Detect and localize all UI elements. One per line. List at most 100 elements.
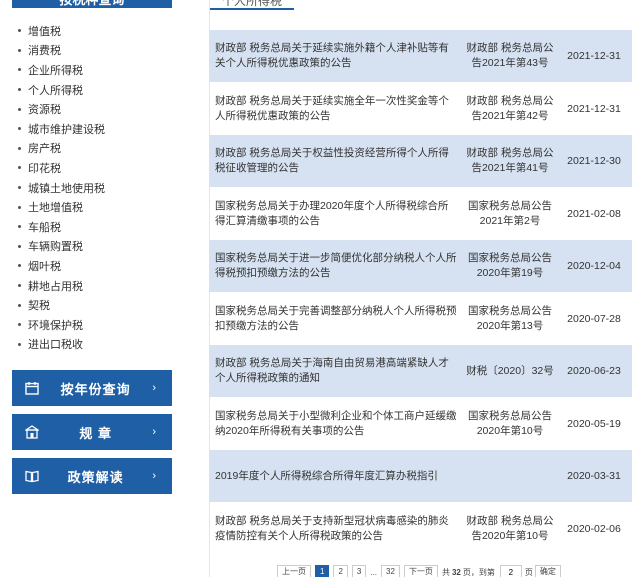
document-title-link[interactable]: 2019年度个人所得税综合所得年度汇算办税指引 bbox=[209, 469, 464, 484]
document-number: 财税〔2020〕32号 bbox=[466, 364, 554, 377]
sidebar: 按税种查询 增值税消费税企业所得税个人所得税资源税城市维护建设税房产税印花税城镇… bbox=[0, 0, 190, 577]
document-title-link[interactable]: 财政部 税务总局关于海南自由贸易港高端紧缺人才个人所得税政策的通知 bbox=[209, 356, 464, 386]
document-number: 财政部 税务总局公告2021年第42号 bbox=[466, 94, 554, 122]
sidebar-tax-label: 房产税 bbox=[28, 143, 61, 156]
document-title-link[interactable]: 财政部 税务总局关于延续实施全年一次性奖金等个人所得税优惠政策的公告 bbox=[209, 94, 464, 124]
bullet-icon bbox=[18, 48, 21, 52]
chevron-right-icon: › bbox=[152, 470, 156, 482]
prev-page-button[interactable]: 上一页 bbox=[277, 565, 311, 577]
table-row: 财政部 税务总局关于延续实施全年一次性奖金等个人所得税优惠政策的公告 财政部 税务… bbox=[209, 83, 632, 135]
book-icon bbox=[25, 470, 39, 483]
publish-date: 2020-07-28 bbox=[567, 312, 621, 325]
regulations-button[interactable]: 规 章 › bbox=[12, 414, 172, 450]
sidebar-tax-item[interactable]: 耕地占用税 bbox=[18, 276, 188, 296]
publish-date: 2020-03-31 bbox=[567, 470, 621, 482]
confirm-button[interactable]: 确定 bbox=[534, 565, 561, 577]
sidebar-tax-label: 资源税 bbox=[28, 104, 61, 117]
publish-date: 2020-06-23 bbox=[567, 365, 621, 377]
page-unit: 页 bbox=[524, 567, 533, 577]
table-row: 财政部 税务总局关于延续实施外籍个人津补贴等有关个人所得税优惠政策的公告 财政部 … bbox=[209, 30, 632, 82]
sidebar-tax-label: 进出口税收 bbox=[28, 339, 83, 352]
bullet-icon bbox=[18, 107, 21, 111]
sidebar-header: 按税种查询 bbox=[12, 0, 172, 8]
sidebar-tax-label: 企业所得税 bbox=[28, 64, 83, 77]
sidebar-tax-item[interactable]: 车船税 bbox=[18, 217, 188, 237]
sidebar-tax-item[interactable]: 进出口税收 bbox=[18, 335, 188, 355]
sidebar-tax-item[interactable]: 企业所得税 bbox=[18, 60, 188, 80]
tab-personal-income-tax[interactable]: 个人所得税 bbox=[210, 0, 295, 10]
document-number: 国家税务总局公告2020年第13号 bbox=[468, 304, 552, 332]
bullet-icon bbox=[18, 88, 21, 92]
document-title-link[interactable]: 财政部 税务总局关于权益性投资经营所得个人所得税征收管理的公告 bbox=[209, 146, 464, 176]
document-title-link[interactable]: 国家税务总局关于完善调整部分纳税人个人所得税预扣预缴方法的公告 bbox=[209, 304, 464, 334]
publish-date: 2021-12-30 bbox=[567, 155, 621, 167]
goto-label: 页，到第 bbox=[462, 567, 495, 577]
document-title-link[interactable]: 财政部 税务总局关于延续实施外籍个人津补贴等有关个人所得税优惠政策的公告 bbox=[209, 41, 464, 71]
bullet-icon bbox=[18, 303, 21, 307]
sidebar-tax-label: 个人所得税 bbox=[28, 84, 83, 97]
document-number: 国家税务总局公告2020年第10号 bbox=[468, 409, 552, 437]
bullet-icon bbox=[18, 342, 21, 346]
bullet-icon bbox=[18, 205, 21, 209]
bullet-icon bbox=[18, 186, 21, 190]
document-title-link[interactable]: 财政部 税务总局关于支持新型冠状病毒感染的肺炎疫情防控有关个人所得税政策的公告 bbox=[209, 514, 464, 544]
sidebar-tax-label: 车辆购置税 bbox=[28, 241, 83, 254]
table-row: 2019年度个人所得税综合所得年度汇算办税指引 2020-03-31 bbox=[209, 450, 632, 502]
sidebar-tax-item[interactable]: 车辆购置税 bbox=[18, 237, 188, 257]
sidebar-tax-item[interactable]: 个人所得税 bbox=[18, 80, 188, 100]
sidebar-tax-item[interactable]: 烟叶税 bbox=[18, 256, 188, 276]
document-title-link[interactable]: 国家税务总局关于办理2020年度个人所得税综合所得汇算清缴事项的公告 bbox=[209, 199, 464, 229]
goto-page-input[interactable] bbox=[499, 565, 522, 577]
document-title-link[interactable]: 国家税务总局关于进一步简便优化部分纳税人个人所得税预扣预缴方法的公告 bbox=[209, 251, 464, 281]
sidebar-tax-label: 城市维护建设税 bbox=[28, 123, 105, 136]
sidebar-tax-item[interactable]: 土地增值税 bbox=[18, 197, 188, 217]
sidebar-tax-label: 车船税 bbox=[28, 221, 61, 234]
document-number: 国家税务总局公告2021年第2号 bbox=[468, 199, 552, 227]
table-row: 财政部 税务总局关于支持新型冠状病毒感染的肺炎疫情防控有关个人所得税政策的公告财… bbox=[209, 503, 632, 555]
publish-date: 2021-12-31 bbox=[567, 102, 621, 115]
publish-date: 2021-02-08 bbox=[567, 207, 621, 220]
sidebar-tax-label: 契税 bbox=[28, 300, 50, 313]
building-icon bbox=[25, 425, 39, 439]
sidebar-tax-item[interactable]: 印花税 bbox=[18, 158, 188, 178]
page-ellipsis: ... bbox=[370, 567, 378, 577]
sidebar-tax-item[interactable]: 消费税 bbox=[18, 41, 188, 61]
sidebar-tax-item[interactable]: 增值税 bbox=[18, 21, 188, 41]
page-1-button[interactable]: 1 bbox=[315, 565, 330, 577]
sidebar-tax-item[interactable]: 契税 bbox=[18, 295, 188, 315]
bullet-icon bbox=[18, 127, 21, 131]
document-number: 财政部 税务总局公告2021年第41号 bbox=[466, 147, 554, 174]
sidebar-tax-item[interactable]: 城镇土地使用税 bbox=[18, 178, 188, 198]
chevron-right-icon: › bbox=[152, 426, 156, 438]
bullet-icon bbox=[18, 323, 21, 327]
sidebar-tax-label: 印花税 bbox=[28, 162, 61, 175]
next-page-button[interactable]: 下一页 bbox=[403, 565, 438, 577]
bullet-icon bbox=[18, 29, 21, 33]
table-row: 国家税务总局关于进一步简便优化部分纳税人个人所得税预扣预缴方法的公告 国家税务总局… bbox=[209, 240, 632, 292]
sidebar-tax-item[interactable]: 城市维护建设税 bbox=[18, 119, 188, 139]
bullet-icon bbox=[18, 166, 21, 170]
calendar-icon bbox=[25, 382, 39, 395]
page-3-button[interactable]: 3 bbox=[351, 565, 367, 577]
sidebar-tax-label: 耕地占用税 bbox=[28, 280, 83, 293]
table-row: 财政部 税务总局关于权益性投资经营所得个人所得税征收管理的公告 财政部 税务总局公… bbox=[209, 135, 632, 187]
chevron-right-icon: › bbox=[152, 382, 156, 394]
policy-interpretation-label: 政策解读 bbox=[67, 469, 124, 485]
publish-date: 2020-12-04 bbox=[567, 260, 621, 272]
bullet-icon bbox=[18, 264, 21, 268]
policy-interpretation-button[interactable]: 政策解读 › bbox=[12, 458, 172, 494]
sidebar-tax-item[interactable]: 环境保护税 bbox=[18, 315, 188, 335]
bullet-icon bbox=[18, 146, 21, 150]
sidebar-tax-item[interactable]: 资源税 bbox=[18, 99, 188, 119]
sidebar-tax-item[interactable]: 房产税 bbox=[18, 139, 188, 159]
bullet-icon bbox=[18, 68, 21, 72]
by-year-button[interactable]: 按年份查询 › bbox=[12, 370, 172, 406]
publish-date: 2020-02-06 bbox=[567, 522, 621, 535]
page-2-button[interactable]: 2 bbox=[333, 565, 348, 577]
bullet-icon bbox=[18, 244, 21, 248]
table-row: 国家税务总局关于完善调整部分纳税人个人所得税预扣预缴方法的公告 国家税务总局公告2… bbox=[209, 293, 632, 345]
sidebar-tax-label: 土地增值税 bbox=[28, 202, 83, 215]
sidebar-tax-label: 消费税 bbox=[28, 45, 61, 58]
document-title-link[interactable]: 国家税务总局关于小型微利企业和个体工商户延缓缴纳2020年所得税有关事项的公告 bbox=[209, 409, 464, 439]
page-32-button[interactable]: 32 bbox=[381, 565, 400, 577]
